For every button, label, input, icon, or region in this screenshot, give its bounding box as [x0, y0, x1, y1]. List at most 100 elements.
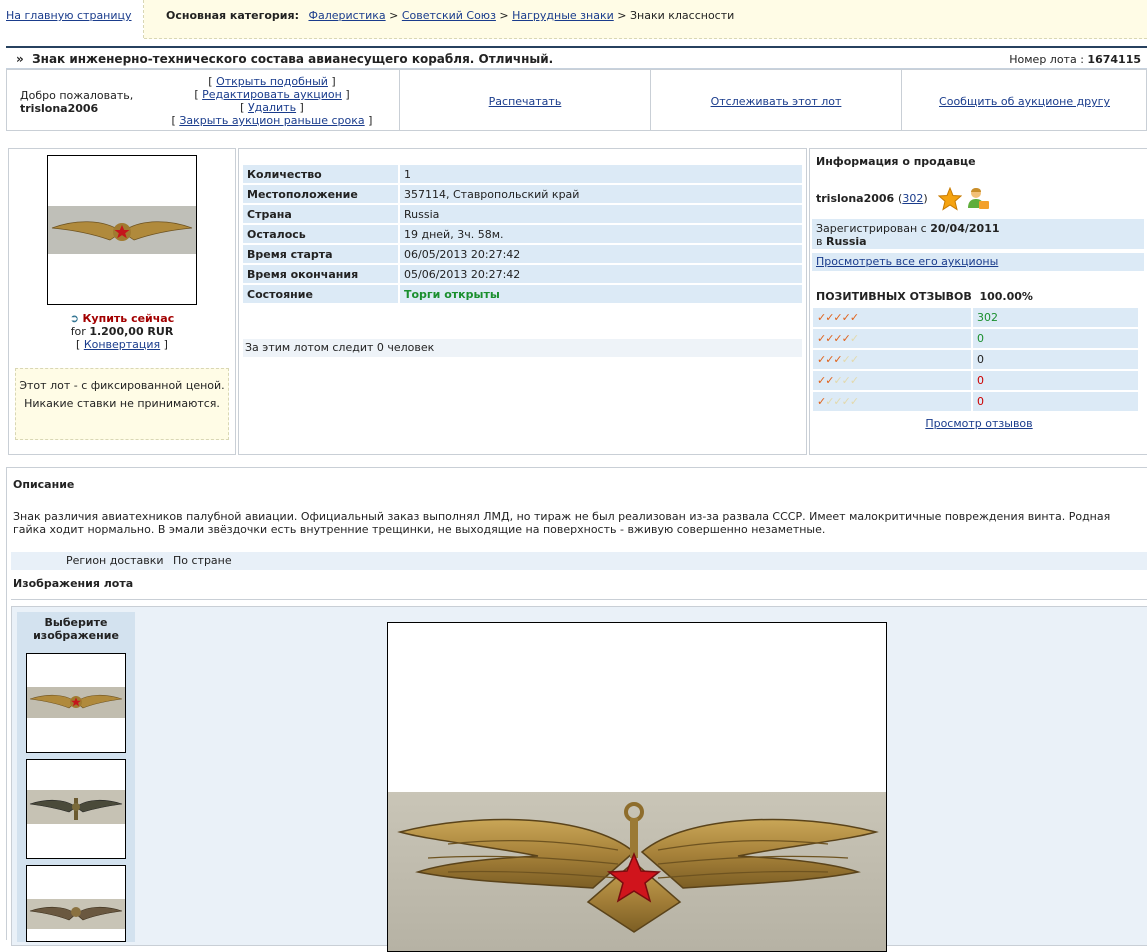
feedback-count: 0: [973, 371, 1138, 390]
category-label: Основная категория:: [166, 9, 299, 22]
print-cell: Распечатать: [399, 70, 650, 130]
view-feedback-link[interactable]: Просмотр отзывов: [925, 417, 1032, 430]
category-bar: Основная категория: Фалеристика > Советс…: [144, 0, 1147, 39]
all-auctions-link[interactable]: Просмотреть все его аукционы: [816, 255, 998, 268]
detail-label: Количество: [243, 165, 398, 183]
breadcrumb-separator: >: [389, 9, 399, 22]
delivery-label: Регион доставки: [66, 554, 164, 567]
delete-link[interactable]: Удалить: [248, 101, 296, 114]
convert-link[interactable]: Конвертация: [84, 338, 160, 351]
lot-number: Номер лота : 1674115: [1009, 53, 1141, 66]
one-check-icon: ✓✓✓✓✓: [817, 395, 859, 408]
detail-label: Осталось: [243, 225, 398, 243]
wings-badge-icon: [27, 899, 125, 929]
table-row: ✓✓✓✓✓ 0: [813, 329, 1138, 348]
seller-name: trislona2006: [816, 192, 895, 205]
positive-label: ПОЗИТИВНЫХ ОТЗЫВОВ: [816, 290, 972, 303]
table-row: ✓✓✓✓✓ 0: [813, 392, 1138, 411]
close-early-link[interactable]: Закрыть аукцион раньше срока: [179, 114, 364, 127]
breadcrumb-separator: >: [499, 9, 509, 22]
table-row: ✓✓✓✓✓ 302: [813, 308, 1138, 327]
description-header: Описание: [13, 478, 75, 491]
pick-image-label: Выберите изображение: [33, 616, 119, 642]
breadcrumb: Основная категория: Фалеристика > Советс…: [166, 9, 734, 22]
feedback-table: ✓✓✓✓✓ 302 ✓✓✓✓✓ 0 ✓✓✓✓✓ 0 ✓✓✓✓✓ 0 ✓✓✓✓✓ 0: [811, 306, 1140, 413]
title-marker: »: [16, 52, 24, 66]
seller-rating-link[interactable]: 302: [902, 192, 923, 205]
image-thumbnail-1[interactable]: [26, 653, 126, 753]
positive-value: 100.00%: [979, 290, 1033, 303]
detail-value: 19 дней, 3ч. 58м.: [400, 225, 802, 243]
detail-label: Время окончания: [243, 265, 398, 283]
breadcrumb-separator: >: [617, 9, 627, 22]
lot-title: Знак инженерно-технического состава авиа…: [32, 52, 554, 66]
actions-bar: Добро пожаловать, trislona2006 [ Открыть…: [6, 69, 1147, 131]
country-prefix: в: [816, 235, 823, 248]
description-section: Описание Знак различия авиатехников палу…: [6, 467, 1147, 952]
image-thumbnail-2[interactable]: [26, 759, 126, 859]
three-checks-icon: ✓✓✓✓✓: [817, 353, 859, 366]
main-photo: [388, 792, 886, 951]
tell-friend-link[interactable]: Сообщить об аукционе другу: [939, 95, 1110, 108]
seller-panel: Информация о продавце trislona2006 (302)…: [809, 148, 1147, 455]
price-value: 1.200,00 RUR: [89, 325, 174, 338]
detail-label: Время старта: [243, 245, 398, 263]
breadcrumb-soviet-union[interactable]: Советский Союз: [402, 9, 496, 22]
edit-auction-link[interactable]: Редактировать аукцион: [202, 88, 342, 101]
open-similar-link[interactable]: Открыть подобный: [216, 75, 328, 88]
table-row: Страна Russia: [243, 205, 802, 223]
seller-country: Russia: [825, 235, 867, 248]
username: trislona2006: [20, 102, 99, 115]
page-title: » Знак инженерно-технического состава ав…: [16, 52, 553, 66]
welcome-block: Добро пожаловать, trislona2006: [20, 89, 133, 115]
breadcrumb-badges[interactable]: Нагрудные знаки: [512, 9, 614, 22]
print-link[interactable]: Распечатать: [489, 95, 562, 108]
five-checks-icon: ✓✓✓✓✓: [817, 311, 859, 324]
feedback-count: 302: [973, 308, 1138, 327]
detail-label: Местоположение: [243, 185, 398, 203]
feedback-count: 0: [973, 392, 1138, 411]
description-text: Знак различия авиатехников палубной авиа…: [13, 510, 1111, 536]
seller-header: Информация о продавце: [816, 155, 976, 168]
fixed-price-note: Этот лот - с фиксированной ценой. Никаки…: [15, 368, 229, 440]
detail-value: 1: [400, 165, 802, 183]
feedback-count: 0: [973, 329, 1138, 348]
table-row: Состояние Торги открыты: [243, 285, 802, 303]
user-icon: [968, 188, 989, 209]
buy-panel: ➲ Купить сейчас for 1.200,00 RUR [ Конве…: [8, 148, 236, 455]
arrow-right-icon: ➲: [69, 312, 79, 325]
registered-label: Зарегистрирован с: [816, 222, 927, 235]
lot-thumbnail[interactable]: [47, 155, 197, 305]
table-row: Местоположение 357114, Ставропольский кра…: [243, 185, 802, 203]
track-lot-link[interactable]: Отслеживать этот лот: [711, 95, 842, 108]
detail-label: Страна: [243, 205, 398, 223]
price-for-label: for: [70, 325, 86, 338]
track-cell: Отслеживать этот лот: [650, 70, 901, 130]
buy-block: ➲ Купить сейчас for 1.200,00 RUR [ Конве…: [69, 312, 175, 351]
table-row: Осталось 19 дней, 3ч. 58м.: [243, 225, 802, 243]
table-row: Время окончания 05/06/2013 20:27:42: [243, 265, 802, 283]
status-value: Торги открыты: [400, 285, 802, 303]
badge-photo: [48, 206, 196, 254]
breadcrumb-falleristika[interactable]: Фалеристика: [308, 9, 385, 22]
watchers-count: За этим лотом следит 0 человек: [243, 339, 802, 357]
image-thumbnail-3[interactable]: [26, 865, 126, 942]
feedback-count: 0: [973, 350, 1138, 369]
home-link[interactable]: На главную страницу: [6, 9, 132, 22]
lot-controls: [ Открыть подобный ] [ Редактировать аук…: [171, 75, 373, 127]
table-row: Время старта 06/05/2013 20:27:42: [243, 245, 802, 263]
main-image: [387, 622, 887, 952]
buy-now-button[interactable]: Купить сейчас: [82, 312, 174, 325]
detail-value: 05/06/2013 20:27:42: [400, 265, 802, 283]
images-header: Изображения лота: [13, 577, 134, 590]
wings-badge-icon: [51, 221, 193, 241]
wings-badge-icon: [397, 802, 879, 933]
detail-value: 06/05/2013 20:27:42: [400, 245, 802, 263]
four-checks-icon: ✓✓✓✓✓: [817, 332, 859, 345]
lot-number-value: 1674115: [1087, 53, 1141, 66]
image-picker: Выберите изображение: [17, 612, 135, 942]
table-row: Количество 1: [243, 165, 802, 183]
detail-label: Состояние: [243, 285, 398, 303]
wings-badge-icon: [27, 790, 125, 824]
breadcrumb-current: Знаки классности: [629, 9, 735, 22]
